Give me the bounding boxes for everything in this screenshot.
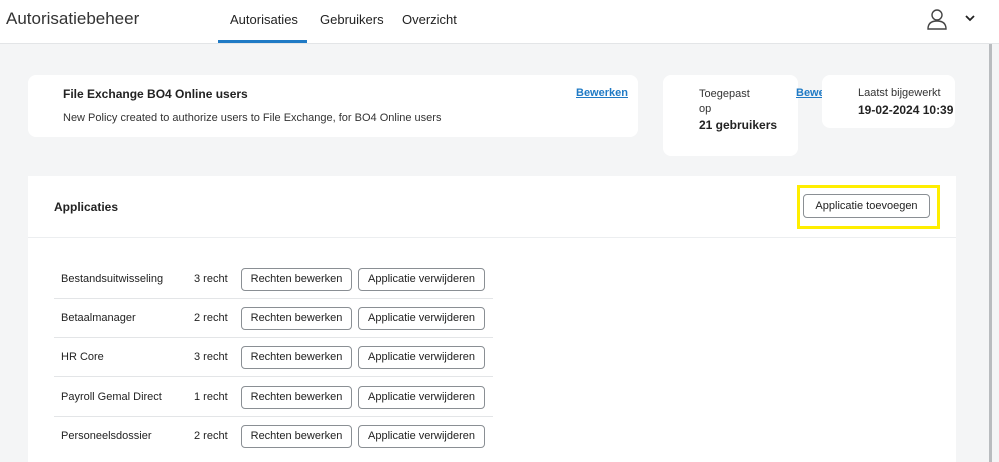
last-updated-label: Laatst bijgewerkt: [858, 87, 941, 99]
applied-card: Toegepast op 21 gebruikers: [663, 75, 798, 156]
tab-gebruikers[interactable]: Gebruikers: [320, 12, 384, 27]
last-updated-value: 19-02-2024 10:39: [858, 103, 954, 117]
policy-title: File Exchange BO4 Online users: [63, 87, 248, 101]
edit-policy-link[interactable]: Bewerken: [576, 87, 628, 99]
applications-title: Applicaties: [54, 200, 119, 214]
tab-overzicht[interactable]: Overzicht: [402, 12, 457, 27]
remove-application-button[interactable]: Applicatie verwijderen: [358, 307, 485, 330]
divider: [28, 237, 956, 238]
remove-application-button[interactable]: Applicatie verwijderen: [358, 386, 485, 409]
application-rights: 3 recht: [194, 351, 228, 363]
remove-application-button[interactable]: Applicatie verwijderen: [358, 425, 485, 448]
application-rights: 1 recht: [194, 391, 228, 403]
policy-card: File Exchange BO4 Online users New Polic…: [28, 75, 638, 137]
last-updated-card: Laatst bijgewerkt 19-02-2024 10:39: [822, 75, 955, 128]
app-title: Autorisatiebeheer: [6, 9, 140, 28]
policy-description: New Policy created to authorize users to…: [63, 112, 442, 124]
table-row: Payroll Gemal Direct 1 recht Rechten bew…: [54, 378, 493, 417]
application-name: HR Core: [61, 351, 104, 363]
applications-panel: Applicaties Applicatie toevoegen Bestand…: [28, 176, 956, 462]
application-rights: 2 recht: [194, 312, 228, 324]
application-rights: 2 recht: [194, 430, 228, 442]
application-name: Bestandsuitwisseling: [61, 273, 164, 285]
active-tab-indicator: [218, 40, 307, 43]
user-icon[interactable]: [926, 8, 948, 30]
application-rights: 3 recht: [194, 273, 228, 285]
edit-rights-button[interactable]: Rechten bewerken: [241, 346, 352, 369]
edit-rights-button[interactable]: Rechten bewerken: [241, 386, 352, 409]
remove-application-button[interactable]: Applicatie verwijderen: [358, 346, 485, 369]
table-row: Personeelsdossier 2 recht Rechten bewerk…: [54, 417, 493, 456]
table-row: Betaalmanager 2 recht Rechten bewerken A…: [54, 299, 493, 338]
edit-rights-button[interactable]: Rechten bewerken: [241, 307, 352, 330]
table-row: Bestandsuitwisseling 3 recht Rechten bew…: [54, 260, 493, 299]
tab-autorisaties[interactable]: Autorisaties: [230, 12, 298, 27]
application-name: Betaalmanager: [61, 312, 136, 324]
remove-application-button[interactable]: Applicatie verwijderen: [358, 268, 485, 291]
edit-users-link[interactable]: Bewerken: [796, 87, 822, 99]
edit-rights-button[interactable]: Rechten bewerken: [241, 268, 352, 291]
applied-label: Toegepast op: [699, 88, 750, 115]
top-navigation-bar: Autorisatiebeheer Autorisaties Gebruiker…: [0, 0, 999, 44]
scrollbar-track[interactable]: [989, 44, 992, 462]
chevron-down-icon[interactable]: [964, 12, 976, 24]
table-row: HR Core 3 recht Rechten bewerken Applica…: [54, 338, 493, 377]
applied-count: 21 gebruikers: [699, 118, 778, 132]
add-application-button[interactable]: Applicatie toevoegen: [803, 194, 930, 218]
edit-rights-button[interactable]: Rechten bewerken: [241, 425, 352, 448]
application-name: Personeelsdossier: [61, 430, 152, 442]
application-name: Payroll Gemal Direct: [61, 391, 162, 403]
